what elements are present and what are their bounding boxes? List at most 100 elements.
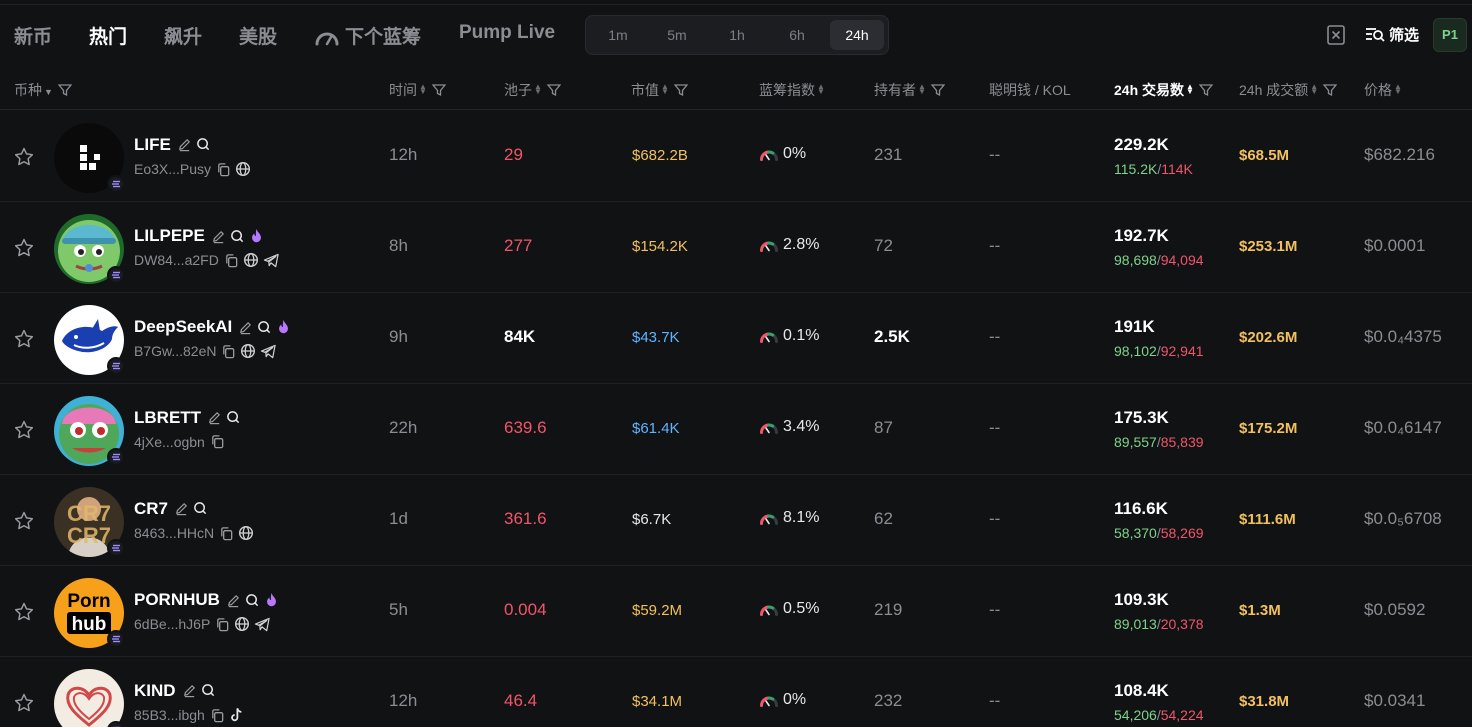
col-holders[interactable]: 持有者 ▲ ▼ bbox=[874, 80, 945, 100]
solana-chain-icon bbox=[107, 630, 125, 648]
funnel-icon[interactable] bbox=[930, 83, 945, 97]
tab-surging[interactable]: 飙升 bbox=[164, 22, 202, 49]
tab-new-tokens[interactable]: 新币 bbox=[14, 22, 52, 49]
copy-icon[interactable] bbox=[216, 162, 231, 182]
col-pool[interactable]: 池子 ▲ ▼ bbox=[504, 80, 561, 100]
search-icon[interactable] bbox=[245, 593, 260, 613]
copy-icon[interactable] bbox=[219, 526, 234, 546]
timeframe-6h[interactable]: 6h bbox=[770, 20, 824, 50]
timeframe-1h[interactable]: 1h bbox=[710, 20, 764, 50]
search-icon[interactable] bbox=[196, 137, 211, 157]
favorite-star-icon[interactable] bbox=[13, 601, 35, 623]
globe-icon[interactable] bbox=[234, 616, 250, 637]
col-txns[interactable]: 24h 交易数 ▲ ▼ bbox=[1114, 80, 1213, 100]
token-symbol[interactable]: LIFE bbox=[134, 135, 171, 155]
col-price[interactable]: 价格 ▲ ▼ bbox=[1364, 80, 1402, 100]
token-age: 9h bbox=[389, 327, 408, 346]
tab-us-stocks[interactable]: 美股 bbox=[239, 22, 277, 49]
tab-trending[interactable]: 热门 bbox=[89, 22, 127, 49]
table-row[interactable]: CR7 CR7 CR7 8463...HHcN 1d 361.6 $6.7K 8.1% 62 --… bbox=[0, 475, 1472, 566]
copy-icon[interactable] bbox=[210, 708, 225, 727]
edit-icon[interactable] bbox=[182, 683, 197, 703]
col-bluechip[interactable]: 蓝筹指数 ▲ ▼ bbox=[759, 80, 825, 100]
copy-icon[interactable] bbox=[224, 253, 239, 273]
telegram-icon[interactable] bbox=[254, 617, 271, 637]
token-address[interactable]: Eo3X...Pusy bbox=[134, 161, 211, 177]
token-address[interactable]: 85B3...ibgh bbox=[134, 707, 205, 723]
solana-chain-icon bbox=[107, 266, 125, 284]
holders-count: 231 bbox=[874, 145, 903, 164]
search-icon[interactable] bbox=[226, 410, 241, 430]
funnel-icon[interactable] bbox=[57, 83, 72, 97]
token-symbol[interactable]: LILPEPE bbox=[134, 226, 205, 246]
bookmark-filter-icon[interactable] bbox=[1326, 24, 1346, 46]
pool-liquidity: 84K bbox=[504, 327, 536, 346]
funnel-icon[interactable] bbox=[546, 83, 561, 97]
table-row[interactable]: LIFE Eo3X...Pusy 12h 29 $682.2B 0% 231 -- 229.2K… bbox=[0, 111, 1472, 202]
edit-icon[interactable] bbox=[207, 410, 222, 430]
token-address[interactable]: 6dBe...hJ6P bbox=[134, 616, 210, 632]
favorite-star-icon[interactable] bbox=[13, 237, 35, 259]
search-icon[interactable] bbox=[193, 501, 208, 521]
copy-icon[interactable] bbox=[210, 434, 225, 454]
globe-icon[interactable] bbox=[238, 525, 254, 546]
telegram-icon[interactable] bbox=[260, 344, 277, 364]
timeframe-1m[interactable]: 1m bbox=[591, 20, 645, 50]
favorite-star-icon[interactable] bbox=[13, 419, 35, 441]
edit-icon[interactable] bbox=[226, 593, 241, 613]
funnel-icon[interactable] bbox=[431, 83, 446, 97]
edit-icon[interactable] bbox=[238, 320, 253, 340]
col-mcap[interactable]: 市值 ▲ ▼ bbox=[631, 80, 688, 100]
favorite-star-icon[interactable] bbox=[13, 146, 35, 168]
col-smart-kol[interactable]: 聪明钱 / KOL bbox=[989, 80, 1071, 100]
search-icon[interactable] bbox=[257, 320, 272, 340]
token-symbol[interactable]: LBRETT bbox=[134, 408, 201, 428]
token-symbol[interactable]: DeepSeekAI bbox=[134, 317, 232, 337]
globe-icon[interactable] bbox=[243, 252, 259, 273]
timeframe-5m[interactable]: 5m bbox=[650, 20, 704, 50]
funnel-icon[interactable] bbox=[673, 83, 688, 97]
holders-count: 232 bbox=[874, 691, 903, 710]
col-volume[interactable]: 24h 成交额 ▲ ▼ bbox=[1239, 80, 1338, 100]
bluechip-value: 3.4% bbox=[783, 418, 820, 435]
copy-icon[interactable] bbox=[215, 617, 230, 637]
token-address[interactable]: DW84...a2FD bbox=[134, 252, 219, 268]
funnel-icon[interactable] bbox=[1323, 83, 1338, 97]
telegram-icon[interactable] bbox=[263, 253, 280, 273]
token-address[interactable]: 8463...HHcN bbox=[134, 525, 214, 541]
tiktok-icon[interactable] bbox=[229, 707, 244, 727]
globe-icon[interactable] bbox=[240, 343, 256, 364]
timeframe-24h[interactable]: 24h bbox=[830, 20, 884, 50]
copy-icon[interactable] bbox=[221, 344, 236, 364]
token-actions bbox=[226, 592, 283, 610]
market-cap: $61.4K bbox=[632, 420, 680, 437]
edit-icon[interactable] bbox=[211, 229, 226, 249]
favorite-star-icon[interactable] bbox=[13, 328, 35, 350]
tab-pump-live[interactable]: Pump Live bbox=[459, 22, 555, 44]
token-address[interactable]: B7Gw...82eN bbox=[134, 343, 217, 359]
search-icon[interactable] bbox=[230, 229, 245, 249]
table-row[interactable]: LILPEPE DW84...a2FD 8h 277 $154.2K 2.8% 72 -- 19… bbox=[0, 202, 1472, 293]
col-token[interactable]: 币种 ▼ bbox=[14, 80, 72, 100]
table-row[interactable]: LBRETT 4jXe...ogbn 22h 639.6 $61.4K 3.4% 87 -- 1… bbox=[0, 384, 1472, 475]
token-symbol[interactable]: KIND bbox=[134, 681, 176, 701]
token-symbol[interactable]: CR7 bbox=[134, 499, 168, 519]
token-address[interactable]: 4jXe...ogbn bbox=[134, 434, 205, 450]
edit-icon[interactable] bbox=[174, 501, 189, 521]
favorite-star-icon[interactable] bbox=[13, 510, 35, 532]
token-avatar[interactable] bbox=[54, 669, 124, 727]
edit-icon[interactable] bbox=[177, 137, 192, 157]
col-age[interactable]: 时间 ▲ ▼ bbox=[389, 80, 446, 100]
table-row[interactable]: DeepSeekAI B7Gw...82eN 9h 84K $43.7K 0.1% 2.5K… bbox=[0, 293, 1472, 384]
table-row[interactable]: KIND 85B3...ibgh 12h 46.4 $34.1M 0% 232 -- 108.4… bbox=[0, 657, 1472, 727]
preset-p1-button[interactable]: P1 bbox=[1433, 18, 1467, 52]
favorite-star-icon[interactable] bbox=[13, 692, 35, 714]
funnel-icon[interactable] bbox=[1198, 83, 1213, 97]
globe-icon[interactable] bbox=[235, 161, 251, 182]
pool-liquidity: 639.6 bbox=[504, 418, 547, 437]
table-row[interactable]: Porn hub PORNHUB 6dBe...hJ6P 5h 0.004 $59.2M 0.… bbox=[0, 566, 1472, 657]
search-icon[interactable] bbox=[201, 683, 216, 703]
filter-button[interactable]: 筛选 bbox=[1365, 24, 1419, 45]
token-symbol[interactable]: PORNHUB bbox=[134, 590, 220, 610]
tab-next-bluechip[interactable]: 下个蓝筹 bbox=[314, 22, 421, 49]
